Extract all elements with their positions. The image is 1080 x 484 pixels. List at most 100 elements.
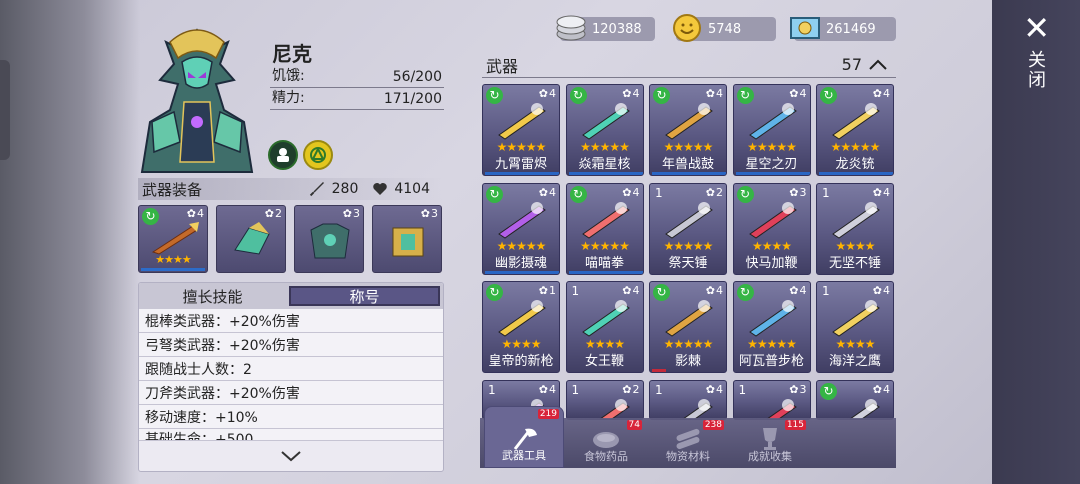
tab-label: 物资材料 (666, 450, 710, 463)
weapon-card[interactable]: 1 ✿ 3 (732, 379, 811, 420)
weapon-image (748, 103, 797, 140)
rarity-stars: ★★★★★ (830, 140, 881, 154)
weapon-image (598, 398, 630, 419)
weapon-card[interactable]: ↻ ✿ 4 ★★★★★ 影棘 (649, 281, 727, 373)
weapon-card[interactable]: ↻ ✿ 4 (816, 379, 894, 420)
tab-titles[interactable]: 称号 (289, 286, 440, 306)
weapon-card[interactable]: ↻ ✿ 4 ★★★★★ 九霄雷烬 (482, 84, 560, 176)
durability-bar (652, 369, 666, 372)
tab-skills[interactable]: 擅长技能 (139, 283, 286, 309)
side-handle[interactable] (0, 60, 10, 160)
weapon-card[interactable]: ↻ ✿ 4 ★★★★★ 焱霜星核 (565, 84, 644, 176)
weapon-name: 海洋之鹰 (828, 354, 881, 369)
weapon-image (765, 398, 797, 419)
durability-bar (735, 172, 810, 175)
skill-row: 弓弩类武器：+20%伤害 (139, 333, 443, 357)
weapon-image (665, 300, 713, 337)
weapon-image (498, 201, 546, 239)
weapon-card[interactable]: ↻ ✿ 4 ★★★★★ 喵喵拳 (565, 182, 644, 275)
equip-slot-accessory[interactable]: ✿ 3 (372, 205, 442, 273)
weapon-card[interactable]: ↻ ✿ 3 ★★★★ 快马加鞭 (732, 182, 811, 275)
weapon-card[interactable]: ↻ ✿ 4 ★★★★★ 星空之刃 (732, 84, 811, 176)
skill-row: 跟随战士人数：2 (139, 357, 443, 381)
character-name: 尼克 (272, 42, 312, 66)
weapon-name: 皇帝的新枪 (488, 354, 554, 369)
tab-achievements[interactable]: 115 成就收集 (730, 418, 810, 468)
weapon-name: 幽影摄魂 (494, 255, 547, 271)
hunger-label: 饥饿: (272, 68, 305, 84)
rarity-stars: ★★★★★ (496, 238, 547, 253)
rarity-stars: ★★★★ (584, 337, 625, 351)
equip-slot-helmet[interactable]: ✿ 2 (216, 205, 286, 273)
energy-value: 171/200 (383, 91, 442, 107)
weapon-card[interactable]: 1 ✿ 4 ★★★★ 无坚不锤 (816, 182, 894, 275)
rarity-stars: ★★★★★ (663, 238, 714, 253)
weapon-card[interactable]: 1 ✿ 2 ★★★★★ 祭天锤 (649, 182, 727, 275)
energy-label: 精力: (272, 90, 305, 106)
weapon-image (682, 398, 713, 419)
weapons-count: 57 (841, 55, 862, 74)
tab-food-medicine[interactable]: 74 食物药品 (566, 418, 646, 468)
tab-materials[interactable]: 238 物资材料 (648, 418, 728, 468)
weapon-card[interactable]: ↻ ✿ 1 ★★★★ 皇帝的新枪 (482, 281, 560, 373)
weapon-card[interactable]: 1 ✿ 4 (649, 379, 727, 420)
weapon-name: 焱霜星核 (578, 157, 631, 172)
silver-coins-icon (556, 15, 586, 41)
weapon-card[interactable]: 1 ✿ 4 ★★★★ 女王鞭 (565, 281, 644, 373)
silver-coins-counter: 120388 (556, 15, 655, 41)
tab-label: 武器工具 (502, 449, 546, 462)
energy-stat: 精力: 171/200 (270, 88, 444, 110)
weapon-name: 年兽战鼓 (661, 157, 714, 172)
equip-slot-armor[interactable]: ✿ 3 (294, 205, 364, 273)
cash-value: 261469 (826, 21, 876, 37)
equip-slot-weapon[interactable]: ↻ ✿ 4 ★★★★ (138, 205, 208, 273)
chevron-down-icon[interactable] (139, 446, 443, 467)
weapon-name: 星空之刃 (745, 157, 798, 172)
weapon-image (748, 300, 797, 337)
cash-icon (790, 17, 820, 39)
rarity-stars: ★★★★★ (496, 140, 547, 154)
skill-badge-icon[interactable] (268, 140, 298, 170)
weapon-name: 龙炎铳 (835, 157, 875, 172)
weapon-image (832, 300, 880, 337)
tier-badge: ✿ 4 (186, 207, 204, 220)
gold-coin-counter: 5748 (673, 14, 776, 42)
weapon-card[interactable]: ↻ ✿ 4 ★★★★★ 年兽战鼓 (649, 84, 727, 176)
weapon-card[interactable]: ↻ ✿ 4 ★★★★★ 阿瓦普步枪 (732, 281, 811, 373)
tab-label: 成就收集 (748, 450, 792, 463)
close-icon[interactable]: ✕ (1023, 12, 1050, 44)
weapon-image (581, 201, 630, 239)
weapon-card[interactable]: ↻ ✿ 4 ★★★★★ 幽影摄魂 (482, 182, 560, 275)
weapon-image (498, 300, 546, 337)
weapon-image (498, 103, 546, 140)
tier-badge: ✿ 2 (264, 207, 282, 220)
tab-weapons-tools[interactable]: 219 武器工具 (484, 406, 564, 468)
gold-coin-icon (673, 14, 701, 42)
skill-row: 基础生命：+500 (139, 429, 443, 441)
helmet-image (234, 222, 270, 255)
rarity-stars: ★★★★ (155, 253, 191, 266)
skill-panel: 擅长技能 称号 棍棒类武器：+20%伤害 弓弩类武器：+20%伤害 跟随战士人数… (138, 282, 444, 472)
health-value: 4104 (394, 181, 430, 197)
count-badge: 238 (702, 420, 724, 430)
weapon-name: 无坚不锤 (828, 255, 881, 271)
title-badge-icon[interactable] (303, 140, 333, 170)
gold-coin-value: 5748 (708, 21, 742, 37)
weapon-card[interactable]: 1 ✿ 2 (565, 379, 644, 420)
weapons-count-toggle[interactable]: 57 (842, 55, 896, 74)
count-badge: 115 (784, 420, 806, 430)
weapon-card[interactable]: ↻ ✿ 4 ★★★★★ 龙炎铳 (816, 84, 894, 176)
weapon-image (665, 201, 713, 239)
count-badge: 219 (537, 409, 559, 419)
character-portrait (140, 28, 254, 173)
attack-value: 280 (331, 181, 359, 197)
hunger-stat: 饥饿: 56/200 (270, 66, 444, 88)
weapon-name: 祭天锤 (668, 255, 708, 271)
durability-bar (485, 172, 559, 175)
durability-bar (819, 172, 893, 175)
weapon-card[interactable]: 1 ✿ 4 ★★★★ 海洋之鹰 (816, 281, 894, 373)
weapon-image (581, 300, 630, 337)
weapons-title: 武器 (486, 56, 519, 76)
rarity-stars: ★★★★★ (663, 337, 714, 351)
close-panel[interactable]: ✕ 关闭 (992, 0, 1080, 484)
